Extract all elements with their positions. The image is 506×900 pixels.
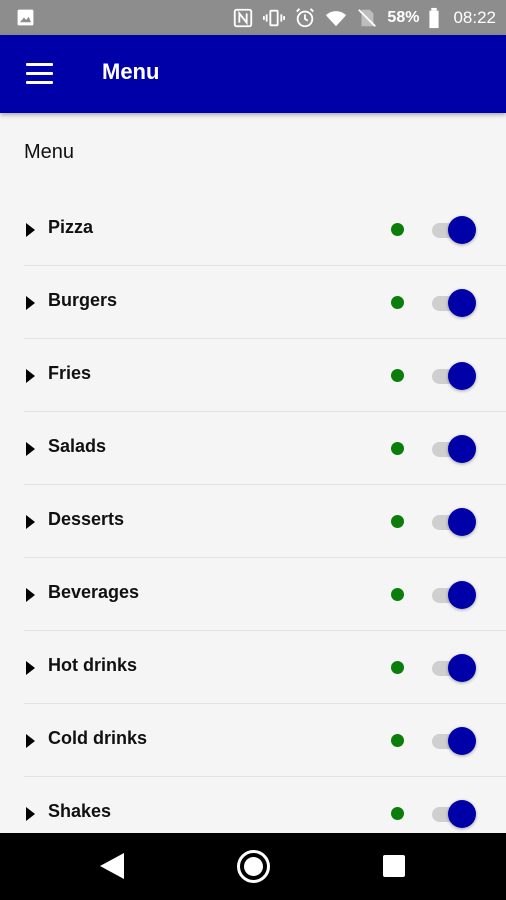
enabled-toggle[interactable] <box>432 362 477 390</box>
enabled-toggle[interactable] <box>432 654 477 682</box>
navigation-bar <box>0 833 506 900</box>
list-item[interactable]: Desserts <box>24 485 506 558</box>
battery-percent: 58% <box>387 9 420 26</box>
status-icons: 58% 08:22 <box>232 5 496 31</box>
status-dot <box>391 369 404 382</box>
toggle-thumb <box>448 362 476 390</box>
screen: 58% 08:22 Menu Menu Pizza Burgers Fries Sal… <box>0 0 506 900</box>
status-dot <box>391 807 404 820</box>
expand-caret-icon[interactable] <box>26 734 35 748</box>
toggle-thumb <box>448 727 476 755</box>
list-item[interactable]: Burgers <box>24 266 506 339</box>
toggle-thumb <box>448 654 476 682</box>
recents-icon[interactable] <box>383 855 405 877</box>
vibrate-icon <box>263 9 286 27</box>
back-icon[interactable] <box>100 853 124 879</box>
toggle-thumb <box>448 800 476 828</box>
list-item-label: Fries <box>48 363 92 383</box>
status-dot <box>391 734 404 747</box>
no-sim-icon <box>358 9 377 27</box>
list-item[interactable]: Pizza <box>24 193 506 266</box>
hamburger-icon[interactable] <box>26 63 53 85</box>
list-item-label: Desserts <box>48 509 125 529</box>
list-item-label: Hot drinks <box>48 655 138 675</box>
status-dot <box>391 296 404 309</box>
expand-caret-icon[interactable] <box>26 588 35 602</box>
enabled-toggle[interactable] <box>432 581 477 609</box>
list-item-label: Beverages <box>48 582 140 602</box>
list-item-label: Burgers <box>48 290 118 310</box>
expand-caret-icon[interactable] <box>26 296 35 310</box>
clock: 08:22 <box>453 8 496 27</box>
expand-caret-icon[interactable] <box>26 223 35 237</box>
list-item-label: Pizza <box>48 217 94 237</box>
list-item-label: Cold drinks <box>48 728 148 748</box>
list-item[interactable]: Salads <box>24 412 506 485</box>
list-item[interactable]: Fries <box>24 339 506 412</box>
home-icon[interactable] <box>237 850 270 883</box>
enabled-toggle[interactable] <box>432 289 477 317</box>
status-dot <box>391 515 404 528</box>
enabled-toggle[interactable] <box>432 216 477 244</box>
list-item[interactable]: Shakes <box>24 777 506 833</box>
toggle-thumb <box>448 581 476 609</box>
list-item-label: Shakes <box>48 801 112 821</box>
content: Menu Pizza Burgers Fries Salads Desserts Beve… <box>0 113 506 833</box>
enabled-toggle[interactable] <box>432 727 477 755</box>
list-item[interactable]: Hot drinks <box>24 631 506 704</box>
section-title: Menu <box>24 141 75 163</box>
image-icon <box>17 9 34 26</box>
expand-caret-icon[interactable] <box>26 661 35 675</box>
menu-category-list: Pizza Burgers Fries Salads Desserts Beverages… <box>24 193 506 833</box>
toggle-thumb <box>448 289 476 317</box>
list-item[interactable]: Cold drinks <box>24 704 506 777</box>
status-dot <box>391 588 404 601</box>
expand-caret-icon[interactable] <box>26 807 35 821</box>
list-item[interactable]: Beverages <box>24 558 506 631</box>
enabled-toggle[interactable] <box>432 508 477 536</box>
battery-icon <box>429 7 440 29</box>
status-dot <box>391 223 404 236</box>
toggle-thumb <box>448 435 476 463</box>
enabled-toggle[interactable] <box>432 800 477 828</box>
alarm-icon <box>296 8 315 28</box>
enabled-toggle[interactable] <box>432 435 477 463</box>
expand-caret-icon[interactable] <box>26 369 35 383</box>
list-item-label: Salads <box>48 436 107 456</box>
nfc-icon <box>234 8 253 28</box>
wifi-icon <box>326 11 347 27</box>
expand-caret-icon[interactable] <box>26 515 35 529</box>
status-dot <box>391 442 404 455</box>
expand-caret-icon[interactable] <box>26 442 35 456</box>
app-bar: Menu <box>0 35 506 113</box>
status-dot <box>391 661 404 674</box>
toggle-thumb <box>448 216 476 244</box>
status-bar: 58% 08:22 <box>0 0 506 35</box>
app-bar-title: Menu <box>102 59 160 84</box>
toggle-thumb <box>448 508 476 536</box>
